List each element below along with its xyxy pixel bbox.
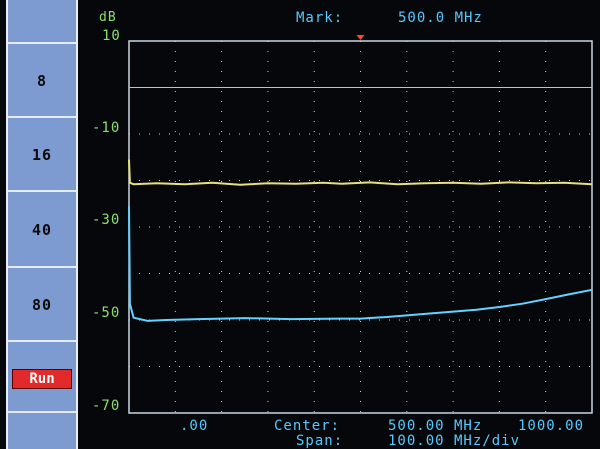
plot-frame (128, 40, 593, 414)
center-label: Center: (274, 418, 341, 434)
marker-triangle-icon (356, 35, 365, 40)
span-value: 100.00 MHz/div (388, 433, 521, 449)
plot-grid (128, 40, 593, 414)
center-value: 500.00 MHz (388, 418, 483, 434)
trace-cyan (128, 206, 593, 322)
stop-frequency: 1000.00 (518, 418, 585, 434)
start-frequency: .00 (180, 418, 209, 434)
spectrum-plot (128, 35, 593, 414)
trace-yellow (128, 159, 593, 186)
span-label: Span: (296, 433, 344, 449)
